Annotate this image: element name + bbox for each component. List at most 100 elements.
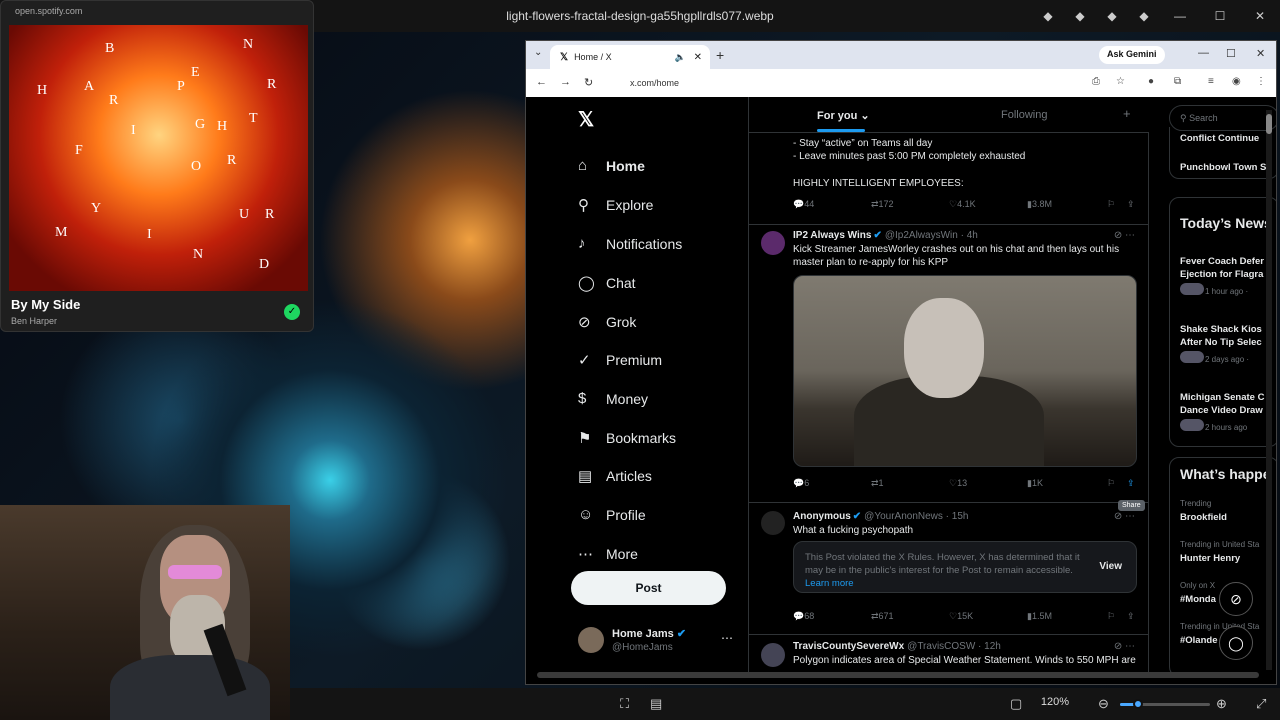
bookmark-icon[interactable]: ⚐ [1107,611,1115,622]
sidebar-item-articles[interactable]: ▤ Articles [578,467,652,485]
saved-check-icon[interactable]: ✓ [284,304,300,320]
news-item-title[interactable]: Dance Video Draw [1180,404,1263,417]
news-item-title[interactable]: Punchbowl Town S [1180,161,1266,174]
maximize-icon[interactable]: ☐ [1200,9,1240,23]
url-field[interactable]: x.com/home [612,74,1092,93]
app-icon-3[interactable]: ◆ [1096,9,1128,23]
media-icon[interactable]: ≡ [1208,76,1214,87]
sidebar-item-notifications[interactable]: ♪ Notifications [578,235,682,252]
sidebar-item-explore[interactable]: ⚲ Explore [578,196,653,214]
fit-icon[interactable]: ⛶ [620,696,629,712]
share-icon[interactable]: ⇪ [1127,478,1135,489]
fullscreen-icon[interactable]: ⤢ [1256,696,1266,712]
sidebar-item-grok[interactable]: ⊘ Grok [578,313,636,331]
browser-minimize-icon[interactable]: — [1198,47,1209,59]
post-ip2[interactable]: IP2 Always Wins ✔ @Ip2AlwaysWin · 4h ⊘ ⋯ K… [749,225,1149,503]
like-button[interactable]: ♡ 13 [949,478,967,489]
post-more-icon[interactable]: ⊘ ⋯ [1114,511,1135,522]
tab-close-icon[interactable]: ✕ [694,52,702,63]
app-icon-4[interactable]: ◆ [1128,9,1160,23]
post-button[interactable]: Post [571,571,726,605]
horizontal-scrollbar[interactable] [537,672,1259,678]
frame-icon[interactable]: ▢ [1010,696,1022,712]
app-icon-2[interactable]: ◆ [1064,9,1096,23]
share-icon[interactable]: ⇪ [1127,611,1135,622]
sidebar-item-bookmarks[interactable]: ⚑ Bookmarks [578,429,676,447]
scrollbar-thumb[interactable] [1266,114,1272,134]
news-item-title[interactable]: Shake Shack Kios [1180,323,1262,336]
like-button[interactable]: ♡ 15K [949,611,973,622]
x-logo-icon[interactable]: 𝕏 [578,107,594,132]
app-icon-1[interactable]: ◆ [1032,9,1064,23]
tab-for-you[interactable]: For you ⌄ [817,109,870,122]
install-icon[interactable]: ⎙ [1092,76,1100,87]
post-travis-weather[interactable]: TravisCountySevereWx @TravisCOSW · 12h ⊘ … [749,635,1149,672]
zoom-slider-knob[interactable] [1133,699,1143,709]
avatar[interactable] [761,511,785,535]
avatar[interactable] [761,643,785,667]
tab-home-x[interactable]: 𝕏 Home / X 🔈 ✕ [550,45,710,69]
add-feed-icon[interactable]: + [1123,106,1131,121]
bookmark-icon[interactable]: ⚐ [1107,478,1115,489]
share-icon[interactable]: ⇪ [1127,199,1135,210]
zoom-level[interactable]: 120% [1030,696,1080,708]
minimize-icon[interactable]: — [1160,9,1200,23]
zoom-out-icon[interactable]: ⊖ [1098,696,1109,712]
account-more-icon[interactable]: ⋯ [721,631,733,645]
zoom-slider[interactable] [1120,699,1210,709]
post-anonymous[interactable]: Anonymous ✔ @YourAnonNews · 15h ⊘ ⋯ What a… [749,503,1149,635]
zoom-in-icon[interactable]: ⊕ [1216,696,1227,712]
post-more-icon[interactable]: ⊘ ⋯ [1114,641,1135,652]
news-item-title[interactable]: Michigan Senate C [1180,391,1264,404]
reload-icon[interactable]: ↻ [584,76,593,89]
news-item-title[interactable]: Ejection for Flagra [1180,268,1263,281]
profile-avatar-icon[interactable]: ◉ [1232,76,1241,87]
trend-item[interactable]: Hunter Henry [1180,552,1240,565]
sidebar-item-money[interactable]: $ Money [578,390,648,407]
views-button[interactable]: ▮ 1K [1027,478,1043,489]
tab-search-icon[interactable]: ⌄ [534,47,542,58]
post-author[interactable]: TravisCountySevereWx @TravisCOSW · 12h [793,641,1001,652]
sidebar-item-chat[interactable]: ◯ Chat [578,274,636,292]
news-item-title[interactable]: Fever Coach Defer [1180,255,1264,268]
tab-following[interactable]: Following [1001,109,1047,121]
bookmark-icon[interactable]: ⚐ [1107,199,1115,210]
repost-button[interactable]: ⇄ 1 [871,478,884,489]
learn-more-link[interactable]: Learn more [805,578,854,589]
post-more-icon[interactable]: ⊘ ⋯ [1114,230,1135,241]
trend-item[interactable]: #Olande [1180,634,1218,647]
speaker-icon[interactable]: 🔈 [675,52,686,63]
trend-item[interactable]: Brookfield [1180,511,1227,524]
browser-menu-icon[interactable]: ⋮ [1256,76,1266,87]
sidebar-item-more[interactable]: ⋯ More [578,545,638,563]
puzzle-icon[interactable]: ⧉ [1174,76,1181,87]
news-item-title[interactable]: After No Tip Selec [1180,336,1262,349]
reply-button[interactable]: 💬 68 [793,611,814,622]
account-switcher[interactable]: Home Jams ✔ @HomeJams ⋯ [578,627,743,657]
reply-button[interactable]: 💬 6 [793,478,809,489]
news-item-title[interactable]: Conflict Continue [1180,132,1259,145]
post-video[interactable] [793,275,1137,467]
back-icon[interactable]: ← [536,76,547,88]
star-icon[interactable]: ☆ [1116,76,1125,87]
post-work-meme[interactable]: - Stay “active” on Teams all day - Leave… [749,133,1149,225]
repost-button[interactable]: ⇄ 671 [871,611,894,622]
view-button[interactable]: View [1099,561,1122,572]
browser-maximize-icon[interactable]: ☐ [1226,47,1236,60]
post-author[interactable]: Anonymous ✔ @YourAnonNews · 15h [793,511,968,522]
avatar[interactable] [761,231,785,255]
info-icon[interactable]: ▤ [650,696,662,712]
forward-icon[interactable]: → [560,76,571,88]
views-button[interactable]: ▮ 3.8M [1027,199,1052,210]
grok-icon[interactable]: ⊘ [1219,582,1253,616]
browser-close-icon[interactable]: ✕ [1256,47,1265,60]
sidebar-item-home[interactable]: ⌂ Home [578,157,645,174]
new-tab-icon[interactable]: + [716,47,724,63]
repost-button[interactable]: ⇄ 172 [871,199,894,210]
chat-icon[interactable]: ◯ [1219,626,1253,660]
reply-button[interactable]: 💬 44 [793,199,814,210]
ask-gemini-button[interactable]: Ask Gemini [1099,46,1165,64]
post-author[interactable]: IP2 Always Wins ✔ @Ip2AlwaysWin · 4h [793,230,978,241]
extension-icon[interactable]: ● [1148,76,1154,87]
like-button[interactable]: ♡ 4.1K [949,199,976,210]
